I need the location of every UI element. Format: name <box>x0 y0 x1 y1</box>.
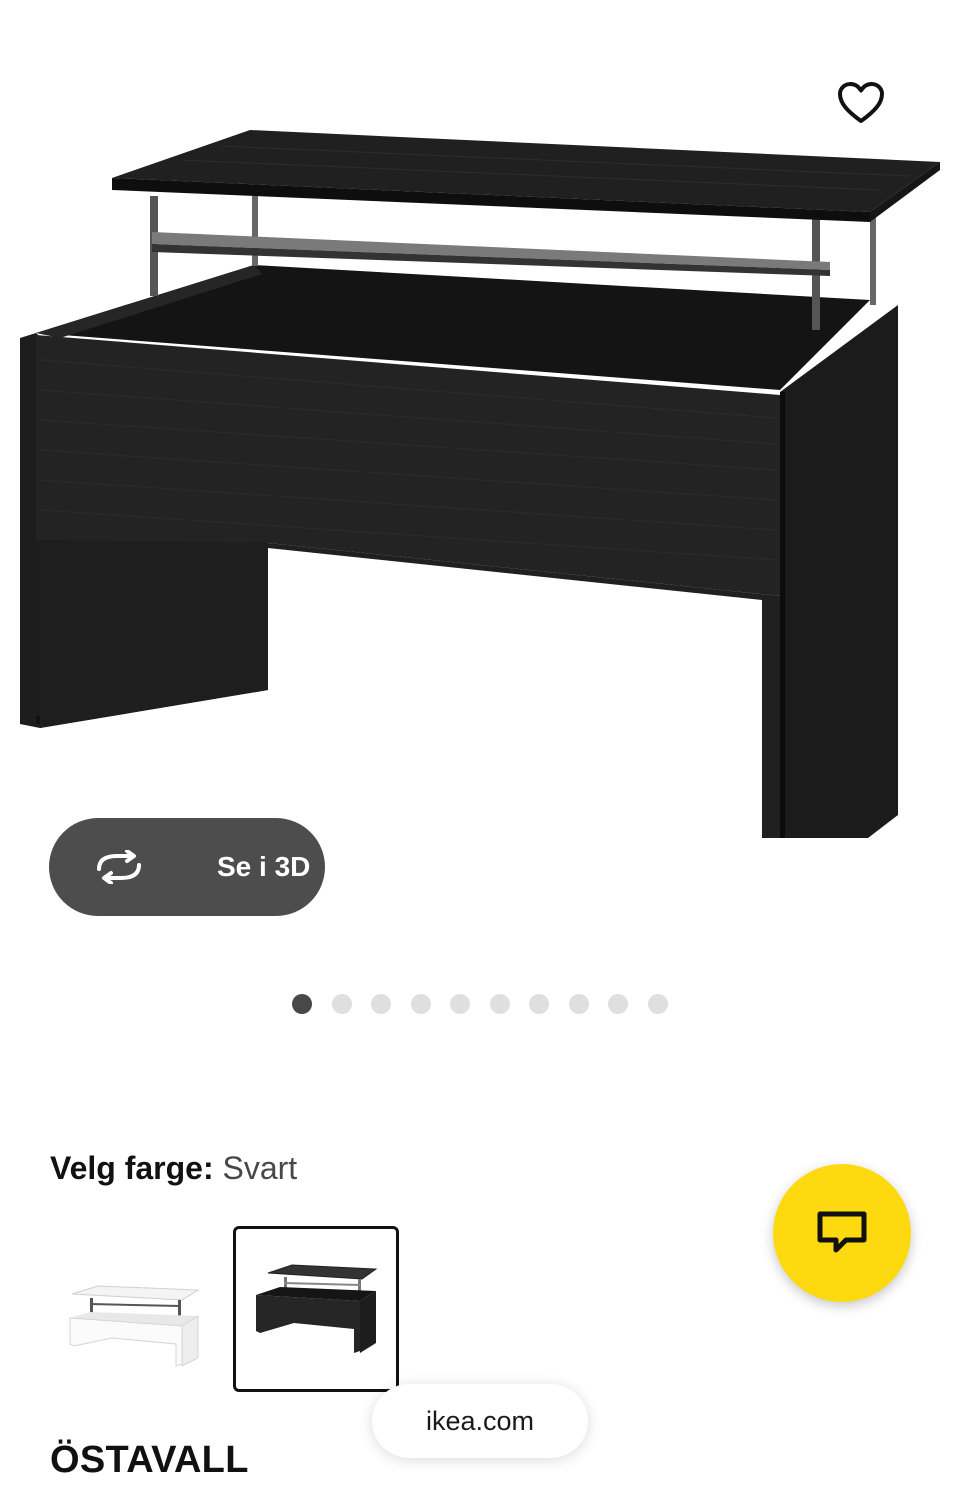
view-in-3d-button[interactable]: Se i 3D <box>49 818 325 916</box>
carousel-dot[interactable] <box>647 994 668 1014</box>
browser-url-pill[interactable]: ikea.com <box>372 1384 588 1458</box>
carousel-dot[interactable] <box>371 994 391 1014</box>
carousel-dot[interactable] <box>410 994 431 1014</box>
view-in-3d-label: Se i 3D <box>217 851 311 882</box>
color-selector-heading: Velg farge: Svart <box>50 1149 297 1187</box>
product-main-image[interactable] <box>0 0 960 960</box>
heart-icon <box>838 82 884 123</box>
favourite-button[interactable] <box>830 72 892 134</box>
carousel-dot[interactable] <box>529 994 549 1014</box>
carousel-dot-active[interactable] <box>292 994 312 1014</box>
chat-button[interactable] <box>773 1164 911 1302</box>
image-carousel-indicator <box>292 994 668 1014</box>
chat-bubble-icon <box>817 1211 867 1253</box>
product-name: ÖSTAVALL <box>50 1439 249 1481</box>
carousel-dot[interactable] <box>608 994 628 1014</box>
color-option-black[interactable] <box>233 1226 399 1392</box>
color-selector-label: Velg farge: <box>50 1150 214 1186</box>
white-table-thumbnail <box>69 1285 200 1367</box>
rotate-3d-icon <box>97 850 141 884</box>
color-selected-value: Svart <box>222 1150 298 1186</box>
black-table-thumbnail <box>256 1264 378 1353</box>
color-option-white[interactable] <box>50 1226 216 1392</box>
carousel-dot[interactable] <box>489 994 510 1014</box>
carousel-dot[interactable] <box>568 994 589 1014</box>
carousel-dot[interactable] <box>450 994 470 1014</box>
carousel-dot[interactable] <box>331 994 352 1014</box>
